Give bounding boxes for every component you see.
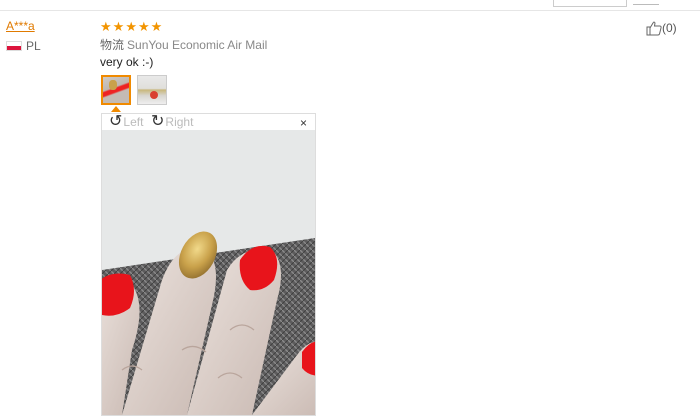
- rotate-right-icon: ↻: [151, 113, 165, 130]
- star-icon: ★: [125, 19, 137, 34]
- review-photo-thumbnail-2[interactable]: [137, 75, 167, 105]
- sort-dropdown[interactable]: [553, 0, 627, 7]
- rotate-left-button[interactable]: ↺ Left: [109, 114, 143, 130]
- reviewer-country: PL: [6, 39, 41, 53]
- selected-thumbnail-caret: [111, 106, 121, 112]
- shipping-method: SunYou Economic Air Mail: [127, 38, 268, 52]
- sort-option[interactable]: [633, 0, 659, 5]
- helpful-button[interactable]: (0): [646, 20, 677, 36]
- reviewer-username[interactable]: A***a: [6, 19, 35, 33]
- country-code: PL: [26, 39, 41, 53]
- review-photo-large: [102, 130, 315, 415]
- helpful-count: (0): [662, 21, 677, 35]
- review-photo-thumbnail-1[interactable]: [101, 75, 131, 105]
- rotate-right-button[interactable]: ↻ Right: [151, 114, 193, 130]
- rating-stars: ★ ★ ★ ★ ★: [100, 20, 162, 33]
- photo-viewer-toolbar: ↺ Left ↻ Right ×: [102, 114, 315, 131]
- star-icon: ★: [100, 19, 112, 34]
- poland-flag-icon: [6, 41, 22, 51]
- rotate-left-label: Left: [123, 115, 144, 129]
- top-divider: [0, 10, 700, 11]
- star-icon: ★: [112, 19, 125, 34]
- shipping-label: 物流: [100, 38, 125, 52]
- close-icon[interactable]: ×: [300, 116, 307, 130]
- photo-viewer: ↺ Left ↻ Right ×: [101, 113, 316, 416]
- star-icon: ★: [150, 19, 163, 34]
- shipping-info: 物流 SunYou Economic Air Mail: [100, 36, 267, 53]
- thumbs-up-icon: [646, 21, 662, 36]
- rotate-right-label: Right: [165, 115, 194, 129]
- star-icon: ★: [137, 19, 150, 34]
- feedback-text: very ok :-): [100, 55, 154, 69]
- rotate-left-icon: ↺: [109, 113, 123, 130]
